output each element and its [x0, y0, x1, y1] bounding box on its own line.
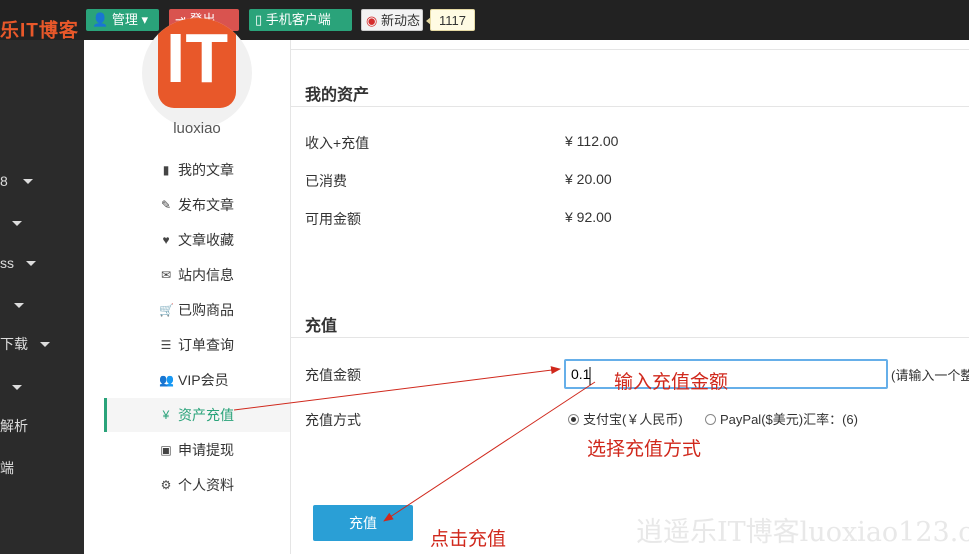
watermark: 逍遥乐IT博客luoxiao123.cn — [636, 517, 969, 548]
annotation-enter-amount: 输入充值金额 — [614, 372, 729, 393]
annotation-click-recharge: 点击充值 — [430, 529, 507, 550]
annotation-choose-method: 选择充值方式 — [587, 439, 702, 460]
annotation-arrows — [233, 366, 596, 522]
